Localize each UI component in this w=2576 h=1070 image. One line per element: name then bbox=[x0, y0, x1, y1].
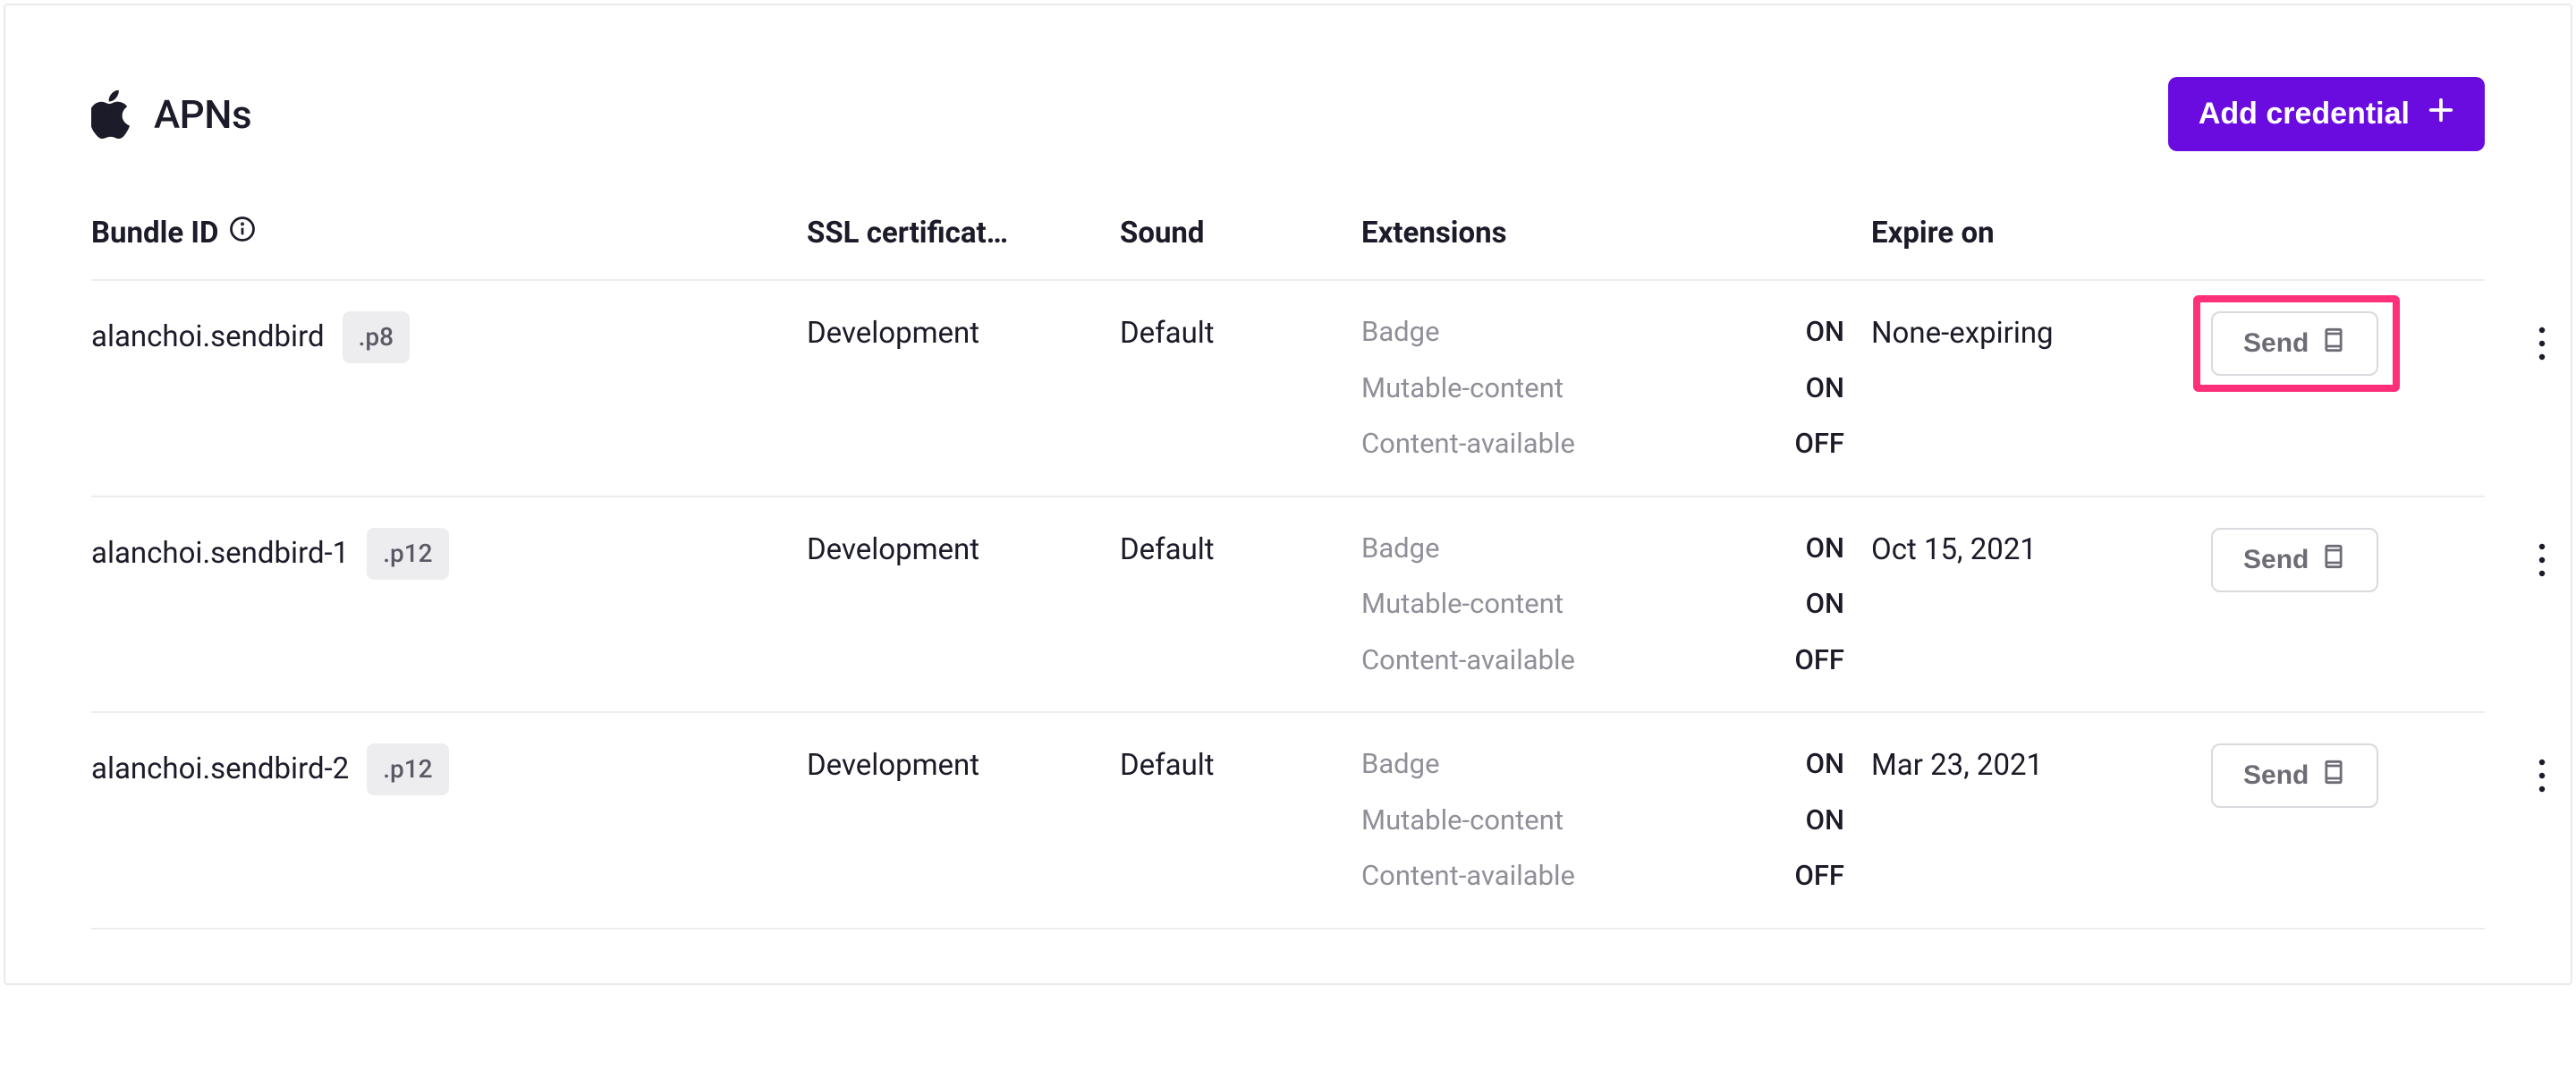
ssl-cert-cell: Development bbox=[807, 528, 1120, 573]
panel-header: APNs Add credential bbox=[91, 77, 2485, 151]
plus-icon bbox=[2428, 97, 2454, 132]
send-button-label: Send bbox=[2243, 328, 2309, 359]
extension-row: Badge ON bbox=[1361, 311, 1871, 353]
col-extensions: Extensions bbox=[1361, 216, 1871, 251]
table-row: alanchoi.sendbird .p8 DevelopmentDefaultBa… bbox=[91, 281, 2485, 497]
apns-panel: APNs Add credential Bundle ID SSL certif… bbox=[4, 4, 2572, 985]
extension-row: Badge ON bbox=[1361, 528, 1871, 570]
extension-name: Badge bbox=[1361, 311, 1440, 353]
col-bundle-id-label: Bundle ID bbox=[91, 216, 218, 251]
extension-name: Mutable-content bbox=[1361, 583, 1563, 625]
sound-cell: Default bbox=[1120, 528, 1361, 573]
send-highlight: Send bbox=[2193, 295, 2400, 392]
extensions-cell: Badge ON Mutable-content ON Content-availabl… bbox=[1361, 743, 1871, 897]
extension-row: Mutable-content ON bbox=[1361, 800, 1871, 842]
more-cell bbox=[2515, 528, 2569, 586]
table-row: alanchoi.sendbird-2 .p12 DevelopmentDefaul… bbox=[91, 713, 2485, 930]
expire-cell: None-expiring bbox=[1871, 311, 2211, 356]
col-bundle-id: Bundle ID bbox=[91, 216, 807, 251]
expire-cell: Mar 23, 2021 bbox=[1871, 743, 2211, 788]
extension-value: ON bbox=[1806, 528, 1844, 570]
extension-value: ON bbox=[1806, 743, 1844, 786]
extension-value: OFF bbox=[1794, 640, 1844, 682]
extension-row: Badge ON bbox=[1361, 743, 1871, 786]
extensions-cell: Badge ON Mutable-content ON Content-availabl… bbox=[1361, 311, 1871, 465]
extension-name: Content-available bbox=[1361, 640, 1575, 682]
extension-value: ON bbox=[1806, 311, 1844, 353]
extension-row: Mutable-content ON bbox=[1361, 368, 1871, 410]
col-expire-on: Expire on bbox=[1871, 216, 2211, 251]
more-vertical-icon bbox=[2538, 783, 2546, 796]
add-credential-button[interactable]: Add credential bbox=[2168, 77, 2485, 151]
device-icon bbox=[2321, 544, 2346, 576]
extension-name: Badge bbox=[1361, 743, 1440, 786]
send-cell: Send bbox=[2211, 528, 2515, 592]
bundle-cell: alanchoi.sendbird .p8 bbox=[91, 311, 807, 363]
extension-value: OFF bbox=[1794, 423, 1844, 465]
more-button[interactable] bbox=[2532, 537, 2552, 586]
title-group: APNs bbox=[91, 90, 251, 139]
credentials-table: Bundle ID SSL certificat… Sound Extensio… bbox=[91, 216, 2485, 930]
extension-name: Mutable-content bbox=[1361, 800, 1563, 842]
col-ssl-cert: SSL certificat… bbox=[807, 216, 1120, 251]
bundle-id: alanchoi.sendbird-1 bbox=[91, 531, 349, 576]
ssl-cert-cell: Development bbox=[807, 311, 1120, 356]
extension-row: Content-available OFF bbox=[1361, 423, 1871, 465]
table-header-row: Bundle ID SSL certificat… Sound Extensio… bbox=[91, 216, 2485, 281]
send-button-label: Send bbox=[2243, 545, 2309, 575]
extension-name: Badge bbox=[1361, 528, 1440, 570]
file-ext-badge: .p12 bbox=[367, 743, 448, 795]
file-ext-badge: .p12 bbox=[367, 528, 448, 580]
sound-cell: Default bbox=[1120, 743, 1361, 788]
col-sound: Sound bbox=[1120, 216, 1361, 251]
extension-row: Content-available OFF bbox=[1361, 640, 1871, 682]
send-button[interactable]: Send bbox=[2211, 528, 2378, 592]
send-button[interactable]: Send bbox=[2211, 311, 2378, 376]
device-icon bbox=[2321, 760, 2346, 792]
bundle-cell: alanchoi.sendbird-1 .p12 bbox=[91, 528, 807, 580]
extension-name: Content-available bbox=[1361, 855, 1575, 897]
send-button[interactable]: Send bbox=[2211, 743, 2378, 808]
send-button-label: Send bbox=[2243, 760, 2309, 791]
more-cell bbox=[2515, 311, 2569, 369]
bundle-id: alanchoi.sendbird-2 bbox=[91, 747, 349, 792]
bundle-id: alanchoi.sendbird bbox=[91, 315, 325, 360]
more-button[interactable] bbox=[2532, 752, 2552, 802]
file-ext-badge: .p8 bbox=[343, 311, 410, 363]
bundle-cell: alanchoi.sendbird-2 .p12 bbox=[91, 743, 807, 795]
more-vertical-icon bbox=[2538, 351, 2546, 364]
extension-value: ON bbox=[1806, 368, 1844, 410]
extension-row: Mutable-content ON bbox=[1361, 583, 1871, 625]
panel-title: APNs bbox=[154, 91, 251, 138]
extension-row: Content-available OFF bbox=[1361, 855, 1871, 897]
info-icon[interactable] bbox=[229, 216, 256, 251]
sound-cell: Default bbox=[1120, 311, 1361, 356]
send-cell: Send bbox=[2211, 743, 2515, 808]
more-vertical-icon bbox=[2538, 567, 2546, 581]
extension-value: ON bbox=[1806, 583, 1844, 625]
send-cell: Send bbox=[2211, 311, 2515, 376]
extension-name: Content-available bbox=[1361, 423, 1575, 465]
ssl-cert-cell: Development bbox=[807, 743, 1120, 788]
extension-value: OFF bbox=[1794, 855, 1844, 897]
apple-icon bbox=[91, 90, 132, 139]
extension-name: Mutable-content bbox=[1361, 368, 1563, 410]
more-button[interactable] bbox=[2532, 320, 2552, 369]
extensions-cell: Badge ON Mutable-content ON Content-availabl… bbox=[1361, 528, 1871, 682]
more-cell bbox=[2515, 743, 2569, 802]
add-credential-label: Add credential bbox=[2199, 97, 2410, 132]
extension-value: ON bbox=[1806, 800, 1844, 842]
table-row: alanchoi.sendbird-1 .p12 DevelopmentDefaul… bbox=[91, 497, 2485, 714]
device-icon bbox=[2321, 327, 2346, 360]
expire-cell: Oct 15, 2021 bbox=[1871, 528, 2211, 573]
